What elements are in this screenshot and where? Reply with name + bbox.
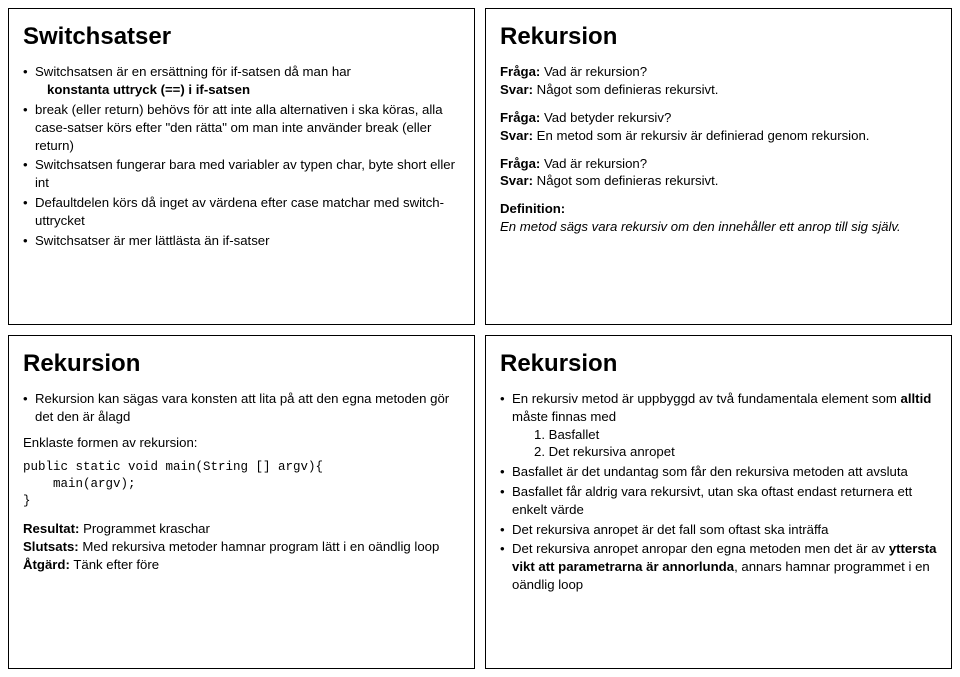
list-item: Basfallet får aldrig vara rekursivt, uta… <box>500 483 937 519</box>
code-line: } <box>23 494 31 508</box>
a-text: Något som definieras rekursivt. <box>537 173 719 188</box>
conclusion-text: Med rekursiva metoder hamnar program lät… <box>82 539 439 554</box>
conclusion-line: Slutsats: Med rekursiva metoder hamnar p… <box>23 538 460 556</box>
q-label: Fråga: <box>500 64 540 79</box>
list-item: En rekursiv metod är uppbyggd av två fun… <box>500 390 937 461</box>
def-text: En metod sägs vara rekursiv om den inneh… <box>500 218 937 236</box>
list-item: break (eller return) behövs för att inte… <box>23 101 460 154</box>
heading-rekursion: Rekursion <box>23 348 460 380</box>
list-text: Switchsatsen är en ersättning för if-sat… <box>35 64 351 79</box>
list-text: Basfallet är det undantag som får den re… <box>512 464 908 479</box>
list-text: Switchsatser är mer lättlästa än if-sats… <box>35 233 270 248</box>
panel-rekursion-code: Rekursion Rekursion kan sägas vara konst… <box>8 335 475 669</box>
list-text: Rekursion kan sägas vara konsten att lit… <box>35 391 449 424</box>
code-line: public static void main(String [] argv){ <box>23 460 323 474</box>
code-block: public static void main(String [] argv){… <box>23 459 460 510</box>
bold-text: alltid <box>901 391 932 406</box>
code-intro: Enklaste formen av rekursion: <box>23 434 460 452</box>
qa-block: Fråga: Vad är rekursion? Svar: Något som… <box>500 63 937 99</box>
panel-switchsatser: Switchsatser Switchsatsen är en ersättni… <box>8 8 475 325</box>
result-text: Programmet kraschar <box>83 521 210 536</box>
list-text: break (eller return) behövs för att inte… <box>35 102 443 153</box>
qa-block: Fråga: Vad är rekursion? Svar: Något som… <box>500 155 937 191</box>
heading-rekursion: Rekursion <box>500 21 937 53</box>
a-text: En metod som är rekursiv är definierad g… <box>537 128 870 143</box>
result-label: Resultat: <box>23 521 79 536</box>
struct-list: En rekursiv metod är uppbyggd av två fun… <box>500 390 937 594</box>
switchsatser-list: Switchsatsen är en ersättning för if-sat… <box>23 63 460 249</box>
heading-rekursion: Rekursion <box>500 348 937 380</box>
q-text: Vad är rekursion? <box>544 156 647 171</box>
list-text: En rekursiv metod är uppbyggd av två fun… <box>512 391 901 406</box>
code-bullet-list: Rekursion kan sägas vara konsten att lit… <box>23 390 460 426</box>
a-label: Svar: <box>500 173 533 188</box>
list-text: Det rekursiva anropet anropar den egna m… <box>512 541 889 556</box>
list-item: Rekursion kan sägas vara konsten att lit… <box>23 390 460 426</box>
action-text: Tänk efter före <box>73 557 159 572</box>
q-label: Fråga: <box>500 156 540 171</box>
heading-switchsatser: Switchsatser <box>23 21 460 53</box>
list-text: Det rekursiva anropet är det fall som of… <box>512 522 828 537</box>
def-label: Definition: <box>500 200 937 218</box>
sub-item: 2. Det rekursiva anropet <box>512 443 937 461</box>
action-label: Åtgärd: <box>23 557 70 572</box>
action-line: Åtgärd: Tänk efter före <box>23 556 460 574</box>
a-label: Svar: <box>500 82 533 97</box>
conclusion-label: Slutsats: <box>23 539 79 554</box>
panel-rekursion-qa: Rekursion Fråga: Vad är rekursion? Svar:… <box>485 8 952 325</box>
sub-item: 1. Basfallet <box>512 426 937 444</box>
list-item: Switchsatser är mer lättlästa än if-sats… <box>23 232 460 250</box>
code-line: main(argv); <box>23 477 136 491</box>
a-label: Svar: <box>500 128 533 143</box>
list-text: Basfallet får aldrig vara rekursivt, uta… <box>512 484 912 517</box>
list-text: Defaultdelen körs då inget av värdena ef… <box>35 195 444 228</box>
list-text: Switchsatsen fungerar bara med variabler… <box>35 157 455 190</box>
sub-text: konstanta uttryck (==) i if-satsen <box>47 82 250 97</box>
q-text: Vad är rekursion? <box>544 64 647 79</box>
list-item: Switchsatsen fungerar bara med variabler… <box>23 156 460 192</box>
q-text: Vad betyder rekursiv? <box>544 110 671 125</box>
list-text: måste finnas med <box>512 409 616 424</box>
definition-block: Definition: En metod sägs vara rekursiv … <box>500 200 937 236</box>
result-line: Resultat: Programmet kraschar <box>23 520 460 538</box>
list-item: Det rekursiva anropet är det fall som of… <box>500 521 937 539</box>
qa-block: Fråga: Vad betyder rekursiv? Svar: En me… <box>500 109 937 145</box>
panel-rekursion-struct: Rekursion En rekursiv metod är uppbyggd … <box>485 335 952 669</box>
q-label: Fråga: <box>500 110 540 125</box>
list-item: Det rekursiva anropet anropar den egna m… <box>500 540 937 593</box>
list-item: Switchsatsen är en ersättning för if-sat… <box>23 63 460 99</box>
list-item: Defaultdelen körs då inget av värdena ef… <box>23 194 460 230</box>
a-text: Något som definieras rekursivt. <box>537 82 719 97</box>
list-item: Basfallet är det undantag som får den re… <box>500 463 937 481</box>
